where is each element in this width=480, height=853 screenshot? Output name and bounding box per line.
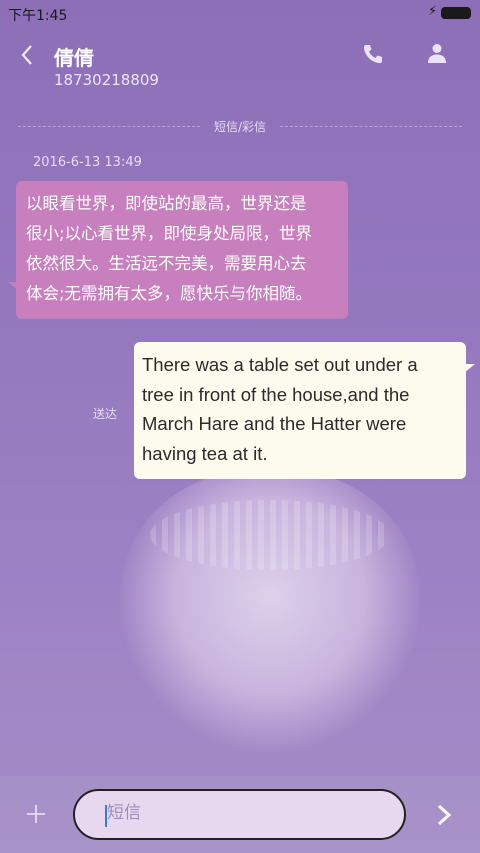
contact-number: 18730218809 bbox=[54, 71, 159, 89]
phone-icon[interactable] bbox=[362, 43, 384, 65]
background-knit-texture bbox=[150, 500, 390, 570]
back-arrow-icon[interactable] bbox=[16, 40, 40, 70]
message-line: tree in front of the house,and the bbox=[142, 383, 410, 405]
message-line: 依然很大。生活远不完美，需要用心去 bbox=[26, 254, 307, 273]
outgoing-message-bubble[interactable]: There was a table set out under a tree i… bbox=[134, 342, 466, 479]
message-line: having tea at it. bbox=[142, 442, 268, 464]
battery-icon bbox=[441, 7, 471, 19]
message-line: 很小;以心看世界，即使身处局限，世界 bbox=[26, 224, 313, 243]
message-line: There was a table set out under a bbox=[142, 354, 418, 375]
charging-icon: ⚡ bbox=[428, 4, 438, 19]
message-line: March Hare and the Hatter were bbox=[142, 413, 407, 434]
delivery-status: 送达 bbox=[93, 407, 118, 421]
outgoing-bubble-tail bbox=[464, 364, 475, 373]
message-type-divider: 短信/彩信 bbox=[213, 120, 267, 134]
message-timestamp: 2016-6-13 13:49 bbox=[33, 155, 142, 170]
divider-line bbox=[280, 126, 462, 127]
status-time: 下午1:45 bbox=[8, 8, 68, 24]
person-icon[interactable] bbox=[426, 42, 448, 64]
plus-icon[interactable] bbox=[24, 802, 48, 826]
message-line: 体会;无需拥有太多，愿快乐与你相随。 bbox=[26, 284, 313, 303]
status-bar: 下午1:45 ⚡ bbox=[0, 0, 480, 28]
contact-name: 倩倩 bbox=[54, 46, 94, 70]
incoming-message-bubble[interactable]: 以眼看世界，即使站的最高，世界还是 很小;以心看世界，即使身处局限，世界 依然很… bbox=[16, 181, 348, 319]
message-input-box[interactable] bbox=[73, 789, 406, 840]
message-input[interactable] bbox=[105, 802, 369, 824]
send-arrow-icon[interactable] bbox=[431, 801, 457, 829]
divider-line bbox=[18, 126, 200, 127]
message-line: 以眼看世界，即使站的最高，世界还是 bbox=[26, 194, 307, 213]
